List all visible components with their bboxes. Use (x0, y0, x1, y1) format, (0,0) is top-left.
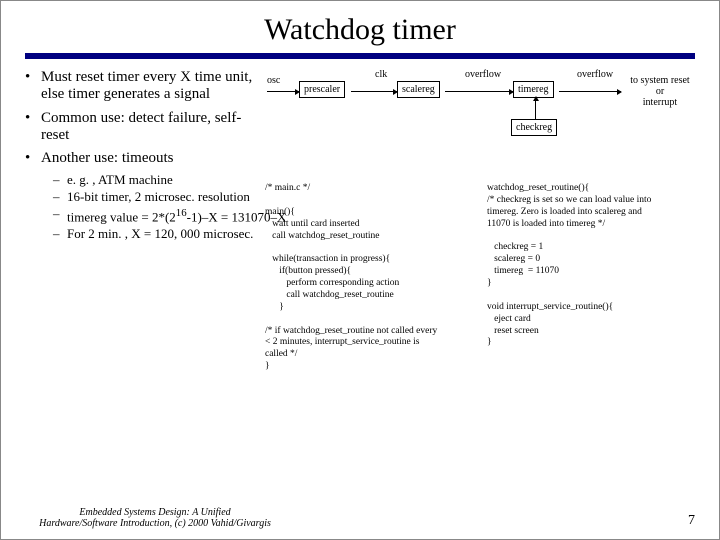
content-columns: • Must reset timer every X time unit, el… (25, 69, 695, 373)
label-overflow1: overflow (465, 69, 501, 80)
note-output: to system reset or interrupt (625, 75, 695, 108)
dash-icon: – (53, 207, 67, 225)
arrow-ovf2 (559, 91, 621, 92)
footer: Embedded Systems Design: A Unified Hardw… (25, 507, 695, 529)
bullet-text: Another use: timeouts (41, 150, 173, 167)
bullet-3d: – For 2 min. , X = 120, 000 microsec. (53, 227, 265, 242)
bullet-text: For 2 min. , X = 120, 000 microsec. (67, 227, 253, 242)
arrow-ovf1 (445, 91, 513, 92)
code-routine: watchdog_reset_routine(){ /* checkreg is… (487, 183, 692, 373)
dash-icon: – (53, 227, 67, 242)
bullet-text: Must reset timer every X time unit, else… (41, 69, 265, 104)
label-osc: osc (267, 75, 280, 86)
code-row: /* main.c */ main(){ wait until card ins… (265, 183, 695, 373)
bullet-2: • Common use: detect failure, self-reset (25, 110, 265, 145)
page-number: 7 (688, 513, 695, 529)
arrow-checkreg (535, 97, 536, 119)
bullet-text: 16-bit timer, 2 microsec. resolution (67, 190, 250, 205)
exponent: 16 (176, 207, 187, 219)
bullet-icon: • (25, 69, 41, 104)
bullet-1: • Must reset timer every X time unit, el… (25, 69, 265, 104)
bullet-icon: • (25, 110, 41, 145)
label-clk: clk (375, 69, 387, 80)
page-title: Watchdog timer (25, 13, 695, 47)
arrow-osc (267, 91, 299, 92)
label-overflow2: overflow (577, 69, 613, 80)
dash-icon: – (53, 173, 67, 188)
title-divider (25, 53, 695, 59)
bullet-3: • Another use: timeouts (25, 150, 265, 167)
bullet-text: Common use: detect failure, self-reset (41, 110, 265, 145)
bullet-3a: – e. g. , ATM machine (53, 173, 265, 188)
bullet-icon: • (25, 150, 41, 167)
bullet-list: • Must reset timer every X time unit, el… (25, 69, 265, 373)
bullet-text: e. g. , ATM machine (67, 173, 173, 188)
bullet-text: timereg value = 2*(216-1)–X = 131070–X (67, 207, 286, 225)
dash-icon: – (53, 190, 67, 205)
right-column: osc clk overflow overflow prescaler scal… (265, 69, 695, 373)
box-prescaler: prescaler (299, 81, 345, 98)
block-diagram: osc clk overflow overflow prescaler scal… (265, 69, 695, 179)
arrow-clk (351, 91, 397, 92)
slide: Watchdog timer • Must reset timer every … (0, 0, 720, 540)
code-main: /* main.c */ main(){ wait until card ins… (265, 183, 475, 373)
box-checkreg: checkreg (511, 119, 557, 136)
box-scalereg: scalereg (397, 81, 440, 98)
bullet-3c: – timereg value = 2*(216-1)–X = 131070–X (53, 207, 265, 225)
footer-text: Embedded Systems Design: A Unified Hardw… (25, 507, 285, 529)
bullet-3b: – 16-bit timer, 2 microsec. resolution (53, 190, 265, 205)
